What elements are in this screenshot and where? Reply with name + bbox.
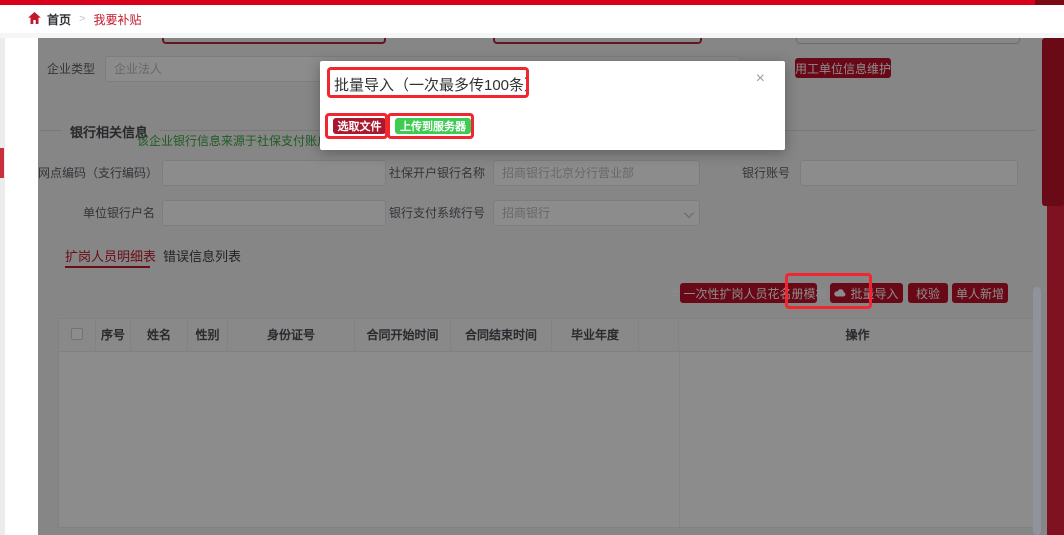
app-window: 首页 > 我要补贴 企业类型 企业法人 用工单位信息维护 银行相关信息 该企业银… [0, 0, 1064, 535]
breadcrumb-current: 我要补贴 [93, 11, 141, 28]
page-scrollbar-thumb[interactable] [1042, 38, 1064, 206]
annotation-box-select-file [325, 113, 388, 139]
breadcrumb: 首页 > 我要补贴 [0, 5, 1064, 33]
breadcrumb-separator: > [79, 13, 85, 25]
close-icon[interactable]: × [756, 71, 765, 87]
left-scroll-indicator[interactable] [0, 148, 4, 178]
inner-scrollbar-thumb[interactable] [1033, 287, 1041, 535]
annotation-box-dialog-title [327, 67, 529, 98]
annotation-box-batch-import [785, 273, 872, 309]
annotation-box-upload [387, 113, 474, 139]
left-gutter [5, 38, 38, 535]
home-icon[interactable] [28, 12, 41, 27]
breadcrumb-home[interactable]: 首页 [47, 11, 71, 28]
content-area: 企业类型 企业法人 用工单位信息维护 银行相关信息 该企业银行信息来源于社保支付… [0, 38, 1064, 535]
